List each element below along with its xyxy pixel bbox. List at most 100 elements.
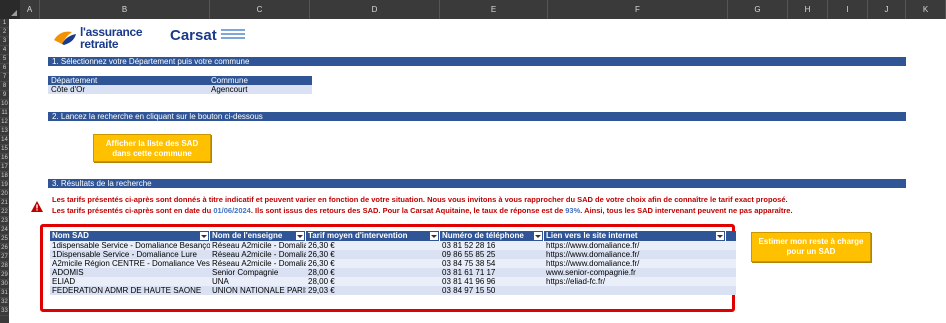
row-header[interactable]: 18 (0, 172, 9, 181)
row-header[interactable]: 26 (0, 244, 9, 253)
carsat-logo: Carsat (170, 27, 217, 44)
section-2-header: 2. Lancez la recherche en cliquant sur l… (48, 112, 906, 121)
commune-select[interactable]: Agencourt (208, 85, 312, 94)
table-row: FEDERATION ADMR DE HAUTE SAONE UNION NATI… (50, 286, 736, 295)
cell-tarif: 26,30 € (308, 250, 335, 259)
column-header-g[interactable]: G (728, 0, 788, 19)
cell-enseigne: UNION NATIONALE PARIS (212, 286, 306, 295)
row-header[interactable]: 23 (0, 217, 9, 226)
column-header-d[interactable]: D (310, 0, 440, 19)
section-3-header: 3. Résultats de la recherche (48, 179, 906, 188)
header-enseigne-label: Nom de l'enseigne (212, 231, 283, 240)
logo-text-line2: retraite (80, 37, 119, 51)
row-header[interactable]: 29 (0, 271, 9, 280)
row-header[interactable]: 21 (0, 199, 9, 208)
filter-dropdown-icon[interactable] (296, 232, 304, 240)
results-table: Nom SAD Nom de l'enseigne Tarif moyen d'… (50, 231, 736, 295)
row-header[interactable]: 19 (0, 181, 9, 190)
row-header[interactable]: 30 (0, 280, 9, 289)
filter-dropdown-icon[interactable] (716, 232, 724, 240)
note2-date: 01/06/2024 (213, 206, 251, 215)
row-header[interactable]: 11 (0, 109, 9, 118)
column-header-c[interactable]: C (210, 0, 310, 19)
row-header[interactable]: 22 (0, 208, 9, 217)
column-header-j[interactable]: J (868, 0, 906, 19)
cell-telephone: 03 84 75 38 54 (442, 259, 496, 268)
column-header-i[interactable]: I (828, 0, 868, 19)
estimate-remaining-cost-button[interactable]: Estimer mon reste à charge pour un SAD (751, 232, 871, 262)
results-header-row: Nom SAD Nom de l'enseigne Tarif moyen d'… (50, 231, 736, 241)
row-header[interactable]: 33 (0, 307, 9, 316)
row-header[interactable]: 2 (0, 28, 9, 37)
show-sad-list-button[interactable]: Afficher la liste des SAD dans cette com… (93, 134, 211, 162)
column-header-e[interactable]: E (440, 0, 548, 19)
row-header[interactable]: 28 (0, 262, 9, 271)
header-telephone-label: Numéro de téléphone (442, 231, 524, 240)
header-tarif-label: Tarif moyen d'intervention (308, 231, 408, 240)
table-row: 1Dispensable Service - Domaliance Lure Ré… (50, 250, 736, 259)
row-header[interactable]: 3 (0, 37, 9, 46)
cell-site[interactable]: www.senior-compagnie.fr (544, 268, 726, 277)
filter-dropdown-icon[interactable] (430, 232, 438, 240)
row-header[interactable]: 1 (0, 19, 9, 28)
header-site-label: Lien vers le site internet (546, 231, 638, 240)
note2-text-a: Les tarifs présentés ci-après sont en da… (52, 206, 214, 215)
cell-enseigne: UNA (212, 277, 229, 286)
cell-site[interactable] (544, 286, 726, 295)
cell-site[interactable]: https://www.domaliance.fr/ (544, 241, 726, 250)
filter-dropdown-icon[interactable] (200, 232, 208, 240)
header-site: Lien vers le site internet (544, 231, 726, 241)
cell-tarif: 28,00 € (308, 277, 335, 286)
row-header[interactable]: 9 (0, 91, 9, 100)
header-nom-sad-label: Nom SAD (52, 231, 89, 240)
row-header[interactable]: 31 (0, 289, 9, 298)
filter-dropdown-icon[interactable] (534, 232, 542, 240)
row-header[interactable]: 17 (0, 163, 9, 172)
cell-nom-sad: ADOMIS (52, 268, 84, 277)
column-header-a[interactable]: A (20, 0, 40, 19)
row-header[interactable]: 8 (0, 82, 9, 91)
cell-site[interactable]: https://www.domaliance.fr/ (544, 259, 726, 268)
select-all-corner[interactable] (0, 0, 20, 19)
cell-tarif: 29,03 € (308, 286, 335, 295)
row-header[interactable]: 20 (0, 190, 9, 199)
row-header[interactable]: 10 (0, 100, 9, 109)
column-header-f[interactable]: F (548, 0, 728, 19)
row-header[interactable]: 12 (0, 118, 9, 127)
cell-enseigne: Réseau A2micile - Domaliance (212, 241, 306, 250)
column-header-h[interactable]: H (788, 0, 828, 19)
table-row: ADOMIS Senior Compagnie 28,00 € 03 81 61 71… (50, 268, 736, 277)
row-header[interactable]: 4 (0, 46, 9, 55)
row-header[interactable]: 7 (0, 73, 9, 82)
cell-telephone: 03 84 97 15 50 (442, 286, 496, 295)
departement-select[interactable]: Côte d'Or (48, 85, 208, 94)
row-header[interactable]: 6 (0, 64, 9, 73)
cell-site[interactable]: https://eliad-fc.fr/ (544, 277, 726, 286)
estimate-label-2: pour un SAD (786, 247, 836, 256)
row-header[interactable]: 14 (0, 136, 9, 145)
row-header[interactable]: 16 (0, 154, 9, 163)
note2-rate: 93% (565, 206, 581, 215)
row-header[interactable]: 13 (0, 127, 9, 136)
row-header[interactable]: 32 (0, 298, 9, 307)
cell-site[interactable]: https://www.domaliance.fr/ (544, 250, 726, 259)
row-header[interactable]: 27 (0, 253, 9, 262)
warning-icon (31, 201, 43, 212)
row-header[interactable]: 15 (0, 145, 9, 154)
show-sad-list-label-2: dans cette commune (112, 149, 192, 158)
assurance-retraite-mark-icon (54, 31, 76, 45)
departement-header: Département (51, 76, 98, 85)
row-header[interactable]: 5 (0, 55, 9, 64)
column-header-k[interactable]: K (906, 0, 946, 19)
commune-header: Commune (211, 76, 248, 85)
cell-nom-sad: 1Dispensable Service - Domaliance Lure (52, 250, 197, 259)
header-nom-sad: Nom SAD (50, 231, 210, 241)
row-header[interactable]: 25 (0, 235, 9, 244)
show-sad-list-label-1: Afficher la liste des SAD (105, 139, 199, 148)
note2-text-c: . Ainsi, tous les SAD intervenant peuven… (580, 206, 793, 215)
row-header[interactable]: 24 (0, 226, 9, 235)
cell-nom-sad: A2micile Région CENTRE - Domaliance Veso… (52, 259, 210, 268)
cell-enseigne: Réseau A2micile - Domaliance (212, 259, 306, 268)
column-header-b[interactable]: B (40, 0, 210, 19)
cell-telephone: 03 81 61 71 17 (442, 268, 496, 277)
